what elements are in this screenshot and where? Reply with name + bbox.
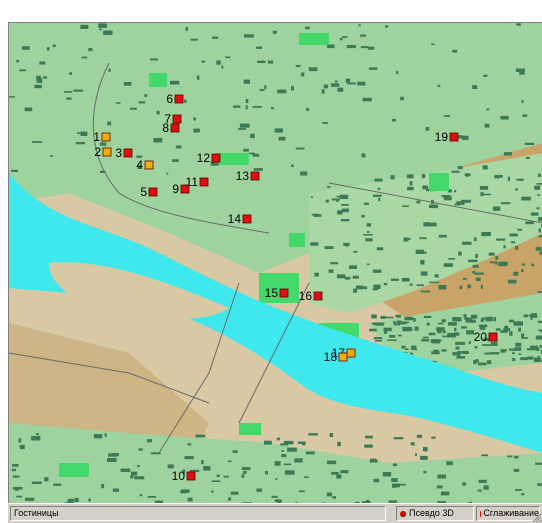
hotel-label: 18 <box>324 350 338 364</box>
hotel-icon-red[interactable] <box>250 171 260 181</box>
hotel-icon-red[interactable] <box>186 471 196 481</box>
hotel-icon-yellow[interactable] <box>346 348 356 358</box>
hotel-icon-red[interactable] <box>148 187 158 197</box>
hotel-icon-red[interactable] <box>170 123 180 133</box>
hotel-label: 10 <box>172 469 186 483</box>
hotel-label: 3 <box>115 146 122 160</box>
pseudo-3d-label: Псевдо 3D <box>409 508 454 518</box>
hotel-label: 20 <box>474 330 488 344</box>
hotel-label: 19 <box>435 130 449 144</box>
hotel-icon-yellow[interactable] <box>101 132 111 142</box>
hotel-label: 2 <box>94 145 101 159</box>
app-window: 1 2 3 4 5 6 7 8 9 10 11 12 13 14 15 16 17 18 19 20 Гостиниц… <box>0 0 542 523</box>
hotel-icon-red[interactable] <box>242 214 252 224</box>
hotel-label: 13 <box>236 169 250 183</box>
hotel-label: 12 <box>197 151 211 165</box>
smoothing-label: Сглаживание <box>483 508 539 518</box>
status-layer-name: Гостиницы <box>10 506 386 521</box>
status-bar: Гостиницы Псевдо 3D Сглаживание <box>8 503 542 523</box>
hotel-label: 9 <box>172 182 179 196</box>
hotel-label: 15 <box>265 286 279 300</box>
hotel-label: 14 <box>228 212 242 226</box>
hotel-icon-red[interactable] <box>488 332 498 342</box>
hotel-icon-red[interactable] <box>172 114 182 124</box>
hotel-icon-red[interactable] <box>123 148 133 158</box>
resize-grip-icon[interactable] <box>532 513 542 523</box>
hotel-icon-red[interactable] <box>313 291 323 301</box>
hotel-label: 8 <box>162 121 169 135</box>
hotel-icon-red[interactable] <box>449 132 459 142</box>
hotel-icon-red[interactable] <box>174 94 184 104</box>
map-view[interactable]: 1 2 3 4 5 6 7 8 9 10 11 12 13 14 15 16 17 18 19 20 <box>8 22 542 504</box>
hotel-icon-red[interactable] <box>211 153 221 163</box>
hotel-icon-yellow[interactable] <box>102 147 112 157</box>
hotel-icon-red[interactable] <box>199 177 209 187</box>
city-map[interactable]: 12 3456789101112131415 1617181920 <box>9 23 542 504</box>
hotel-label: 6 <box>166 92 173 106</box>
hotel-label: 1 <box>93 130 100 144</box>
smoothing-toggle[interactable]: Сглаживание <box>476 506 540 521</box>
hotel-label: 16 <box>299 289 313 303</box>
hotel-icon-yellow[interactable] <box>144 160 154 170</box>
red-dot-icon <box>400 510 406 517</box>
pseudo-3d-toggle[interactable]: Псевдо 3D <box>396 506 474 521</box>
hotel-label: 11 <box>186 175 199 189</box>
hotel-icon-yellow[interactable] <box>338 352 348 362</box>
hotel-label: 4 <box>136 158 143 172</box>
hotel-label: 5 <box>140 185 147 199</box>
hotel-icon-red[interactable] <box>279 288 289 298</box>
